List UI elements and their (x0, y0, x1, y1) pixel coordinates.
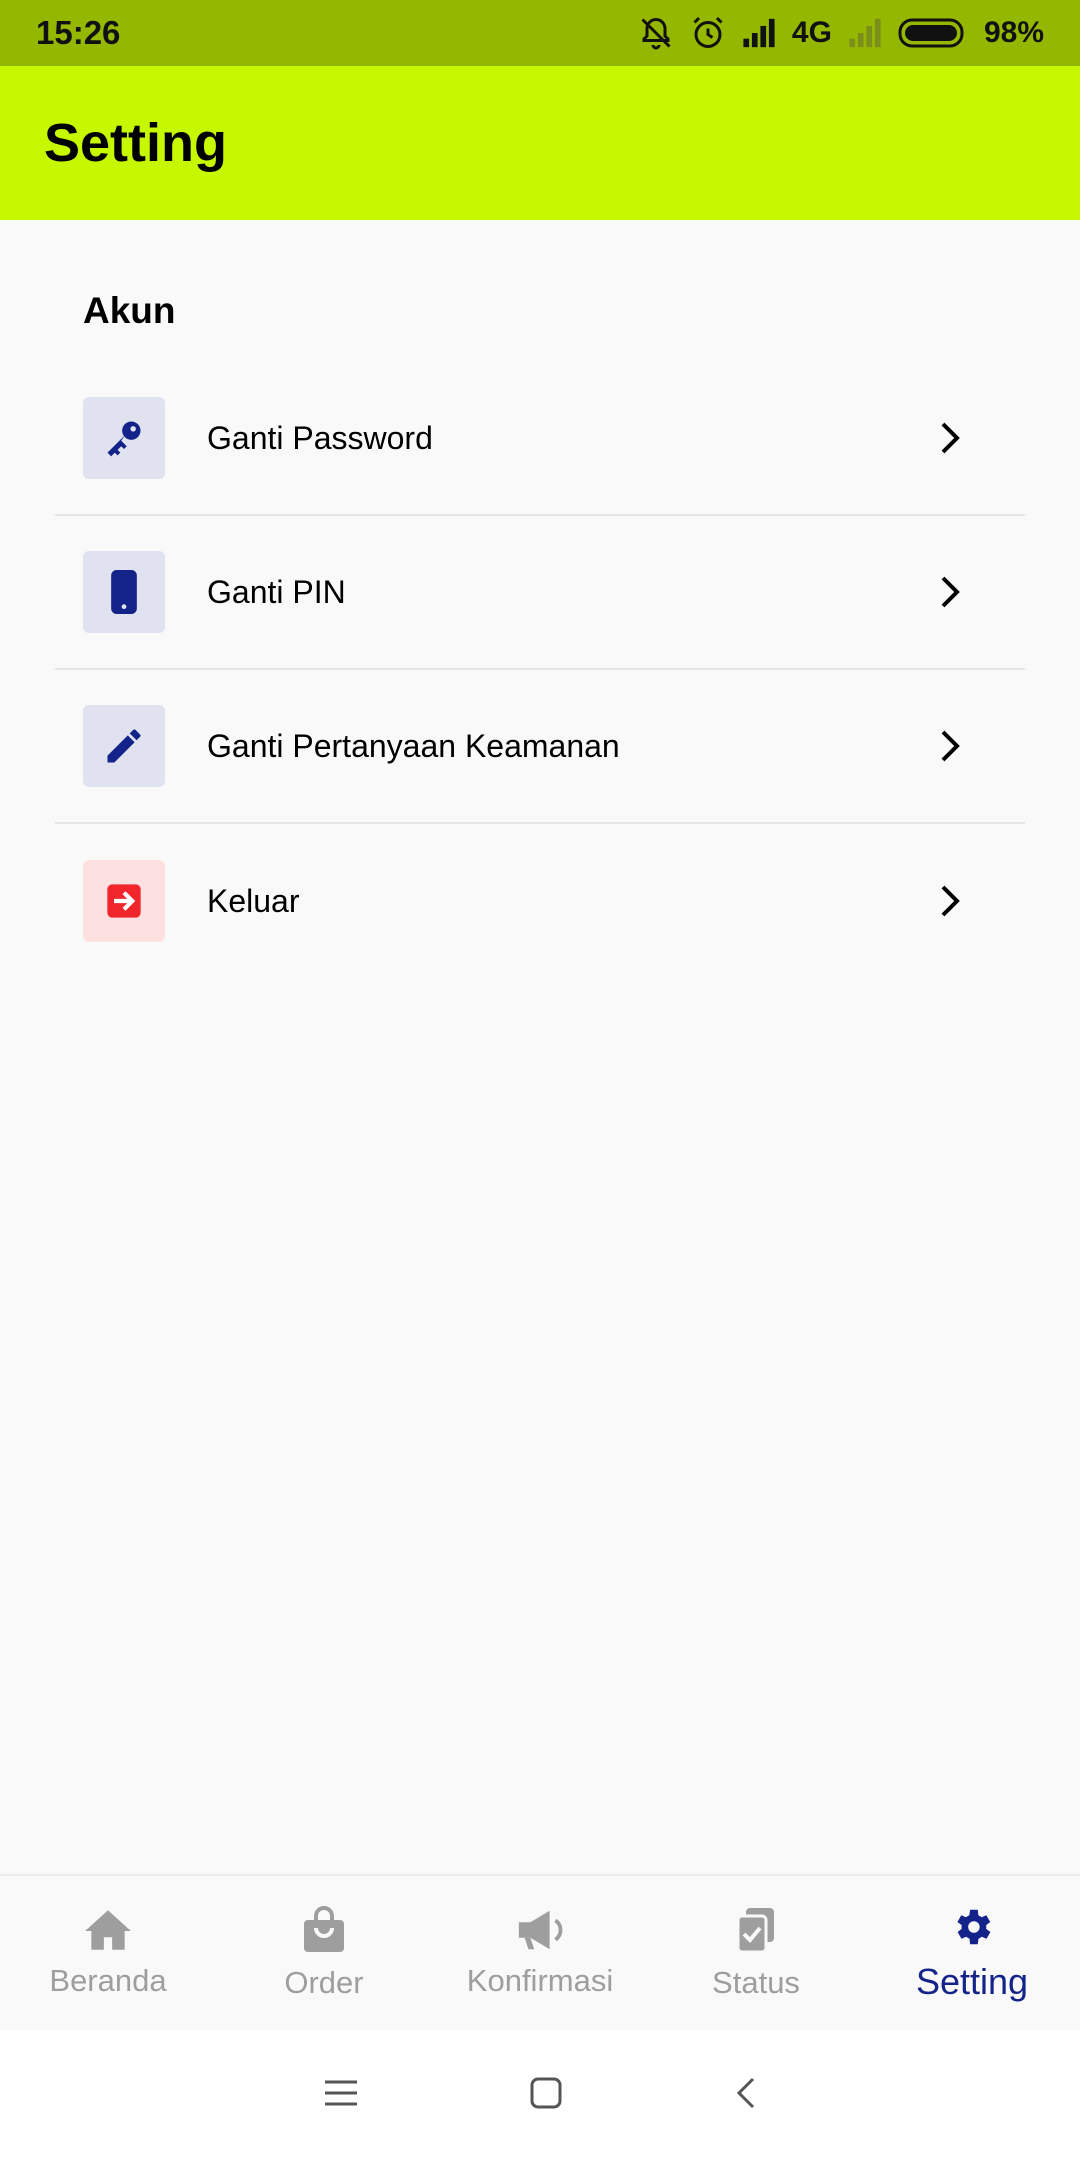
signal-weak-icon (848, 18, 882, 48)
status-icons: 4G 98% (638, 15, 1044, 51)
battery-percent: 98% (983, 16, 1044, 49)
nav-item-order[interactable]: Order (216, 1876, 432, 2030)
bottom-nav: Beranda Order Konfirmasi Status Setting (0, 1874, 1080, 2030)
nav-item-setting[interactable]: Setting (864, 1876, 1080, 2030)
menu-icon[interactable] (323, 2078, 359, 2113)
status-bar: 15:26 4G 98% (0, 0, 1080, 66)
logout-icon (83, 860, 165, 942)
home-button-icon[interactable] (529, 2076, 563, 2115)
back-icon[interactable] (733, 2075, 757, 2116)
chevron-right-icon (930, 726, 970, 766)
menu-item-keluar[interactable]: Keluar (55, 824, 1025, 978)
key-icon (83, 397, 165, 479)
nav-label: Status (712, 1964, 800, 2000)
menu-item-ganti-password[interactable]: Ganti Password (55, 362, 1025, 516)
chevron-right-icon (930, 418, 970, 458)
phone-icon (83, 551, 165, 633)
battery-icon (898, 17, 968, 49)
nav-label: Order (284, 1964, 364, 2000)
chevron-right-icon (930, 881, 970, 921)
nav-label: Setting (915, 1960, 1029, 2002)
menu-label: Ganti PIN (207, 573, 346, 610)
nav-item-konfirmasi[interactable]: Konfirmasi (432, 1876, 648, 2030)
chevron-right-icon (930, 572, 970, 612)
page-title: Setting (44, 113, 227, 173)
nav-label: Beranda (49, 1962, 167, 1998)
gear-icon (949, 1904, 995, 1955)
notifications-off-icon (638, 15, 674, 51)
signal-icon (742, 18, 776, 48)
section-title: Akun (83, 290, 176, 331)
nav-item-beranda[interactable]: Beranda (0, 1876, 216, 2030)
nav-label: Konfirmasi (466, 1962, 614, 1998)
menu-label: Ganti Password (207, 419, 433, 456)
menu-item-ganti-pin[interactable]: Ganti PIN (55, 516, 1025, 670)
clipboard-check-icon (734, 1906, 778, 1959)
nav-item-status[interactable]: Status (648, 1876, 864, 2030)
shopping-bag-icon (302, 1905, 346, 1959)
menu-label: Ganti Pertanyaan Keamanan (207, 727, 620, 764)
menu-item-ganti-pertanyaan-keamanan[interactable]: Ganti Pertanyaan Keamanan (55, 670, 1025, 824)
home-icon (83, 1908, 133, 1957)
menu-label: Keluar (207, 882, 300, 919)
alarm-icon (690, 15, 726, 51)
system-nav-bar (0, 2030, 1080, 2160)
pencil-icon (83, 705, 165, 787)
settings-menu: Ganti Password Ganti PIN Ganti Pertanyaa… (55, 362, 1025, 978)
megaphone-icon (515, 1908, 565, 1957)
network-type: 4G (791, 16, 832, 49)
status-time: 15:26 (36, 14, 121, 51)
app-bar: Setting (0, 66, 1080, 220)
